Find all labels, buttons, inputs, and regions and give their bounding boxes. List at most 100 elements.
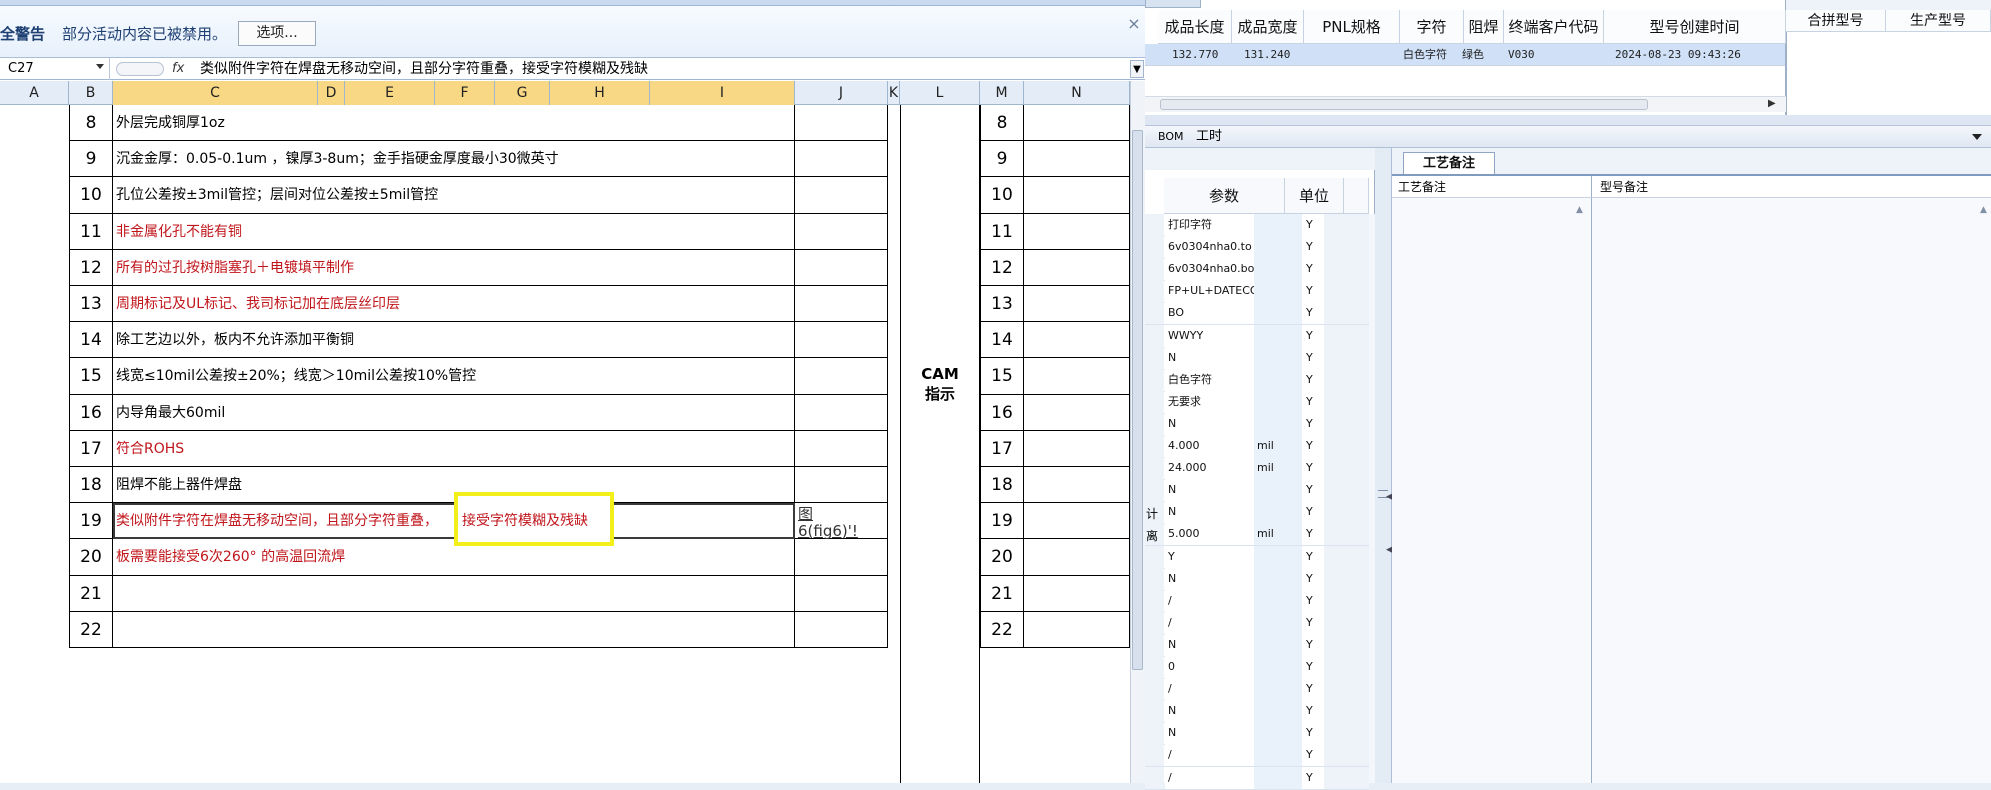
param-value-cell[interactable]: N <box>1165 700 1257 723</box>
horizontal-splitter[interactable] <box>1145 115 1991 126</box>
param-row[interactable]: NY <box>1145 722 1369 746</box>
row-number-cell-m[interactable]: 15 <box>980 358 1024 395</box>
requirement-cell[interactable]: 周期标记及UL标记、我司标记加在底层丝印层 <box>113 286 795 323</box>
requirement-cell[interactable]: 内导角最大60mil <box>113 394 795 431</box>
row-number-cell-m[interactable]: 14 <box>980 322 1024 359</box>
row-number-cell-m[interactable]: 8 <box>980 105 1024 142</box>
row-number-cell[interactable]: 21 <box>69 575 113 612</box>
reference-cell[interactable] <box>795 467 888 504</box>
param-unit-cell[interactable]: mil <box>1254 523 1305 546</box>
column-header-n[interactable]: N <box>1024 81 1130 105</box>
param-unit-cell[interactable] <box>1254 567 1305 590</box>
empty-cell-n[interactable] <box>1024 611 1130 648</box>
requirement-cell[interactable] <box>113 575 795 612</box>
param-value-cell[interactable]: 0 <box>1165 656 1257 679</box>
param-value-cell[interactable]: 6v0304nha0.to <box>1165 236 1257 259</box>
scroll-up-icon[interactable]: ▲ <box>1576 205 1583 215</box>
requirement-cell[interactable]: 所有的过孔按树脂塞孔＋电镀填平制作 <box>113 249 795 286</box>
column-header-k[interactable]: K <box>888 81 900 105</box>
param-unit-cell[interactable] <box>1254 390 1305 413</box>
param-row[interactable]: NY <box>1145 700 1369 724</box>
close-icon[interactable]: × <box>1126 16 1142 32</box>
chevron-down-icon[interactable] <box>96 64 104 69</box>
param-unit-cell[interactable] <box>1254 656 1305 679</box>
requirement-cell[interactable]: 沉金金厚：0.05-0.1um ，镍厚3-8um；金手指硬金厚度最小30微英寸 <box>113 141 795 178</box>
param-row[interactable]: 24.000 mil Y <box>1145 457 1369 481</box>
param-value-cell[interactable]: / <box>1165 611 1257 634</box>
row-number-cell-m[interactable]: 22 <box>980 611 1024 648</box>
param-unit-cell[interactable]: mil <box>1254 457 1305 480</box>
param-row[interactable]: 6v0304nha0.bo Y <box>1145 258 1369 282</box>
reference-cell[interactable] <box>795 430 888 467</box>
param-value-cell[interactable]: N <box>1165 501 1257 524</box>
param-value-cell[interactable]: 5.000 <box>1165 523 1257 546</box>
column-header-j[interactable]: J <box>795 81 888 105</box>
tab-bom[interactable]: BOM <box>1158 128 1184 146</box>
param-row[interactable]: NY <box>1145 346 1369 370</box>
tab-process-notes[interactable]: 工艺备注 <box>1403 152 1495 174</box>
param-unit-cell[interactable] <box>1254 258 1305 281</box>
notes-header-model[interactable]: 型号备注 <box>1592 176 1991 198</box>
vertical-scrollbar-thumb[interactable] <box>1132 130 1143 670</box>
vertical-splitter[interactable] <box>1375 148 1392 783</box>
row-number-cell-m[interactable]: 18 <box>980 467 1024 504</box>
column-header-d[interactable]: D <box>318 81 345 105</box>
figure-reference-link-line2[interactable]: 6(fig6)'! <box>798 521 858 541</box>
param-unit-cell[interactable]: mil <box>1254 435 1305 458</box>
param-unit-cell[interactable] <box>1254 346 1305 369</box>
horizontal-scrollbar-thumb[interactable] <box>1160 99 1648 110</box>
param-row[interactable]: 无要求 Y <box>1145 390 1369 414</box>
param-row[interactable]: NY <box>1145 633 1369 657</box>
param-value-cell[interactable]: WWYY <box>1165 324 1257 347</box>
row-number-cell[interactable]: 10 <box>69 177 113 214</box>
param-value-cell[interactable]: N <box>1165 346 1257 369</box>
param-value-cell[interactable]: N <box>1165 412 1257 435</box>
param-value-cell[interactable]: FP+UL+DATECODE <box>1165 280 1257 303</box>
param-header-value[interactable]: 参数 <box>1164 178 1285 214</box>
row-number-cell[interactable]: 20 <box>69 539 113 576</box>
formula-input[interactable]: 类似附件字符在焊盘无移动空间，且部分字符重叠，接受字符模糊及残缺 <box>200 58 648 80</box>
empty-cell-n[interactable] <box>1024 358 1130 395</box>
param-row[interactable]: YY <box>1145 545 1369 569</box>
reference-cell[interactable] <box>795 539 888 576</box>
reference-cell[interactable] <box>795 105 888 142</box>
param-unit-cell[interactable] <box>1254 700 1305 723</box>
reference-cell[interactable] <box>795 177 888 214</box>
merged-cam-cell[interactable] <box>900 105 980 783</box>
options-button[interactable]: 选项... <box>238 21 316 46</box>
param-value-cell[interactable]: BO <box>1165 302 1257 325</box>
param-value-cell[interactable]: 6v0304nha0.bo <box>1165 258 1257 281</box>
param-value-cell[interactable]: / <box>1165 766 1257 789</box>
param-unit-cell[interactable] <box>1254 412 1305 435</box>
grid-header-width[interactable]: 成品宽度 <box>1232 10 1304 44</box>
row-number-cell[interactable]: 15 <box>69 358 113 395</box>
column-header-f[interactable]: F <box>435 81 495 105</box>
empty-cell-n[interactable] <box>1024 213 1130 250</box>
param-value-cell[interactable]: / <box>1165 744 1257 767</box>
param-value-cell[interactable]: 打印字符 <box>1165 214 1257 237</box>
empty-cell-n[interactable] <box>1024 322 1130 359</box>
tab-work-hours[interactable]: 工时 <box>1196 128 1222 146</box>
param-unit-cell[interactable] <box>1254 280 1305 303</box>
name-box[interactable]: C27 <box>0 58 110 80</box>
param-row[interactable]: 6v0304nha0.to Y <box>1145 236 1369 260</box>
param-value-cell[interactable]: N <box>1165 479 1257 502</box>
row-number-cell-m[interactable]: 19 <box>980 503 1024 540</box>
param-row[interactable]: NY <box>1145 412 1369 436</box>
column-header-a[interactable]: A <box>0 81 69 105</box>
row-number-cell[interactable]: 14 <box>69 322 113 359</box>
param-unit-cell[interactable] <box>1254 214 1305 237</box>
param-value-cell[interactable]: 24.000 <box>1165 457 1257 480</box>
scroll-up-icon[interactable]: ▲ <box>1980 205 1987 215</box>
row-number-cell[interactable]: 16 <box>69 394 113 431</box>
grid-header-soldermask[interactable]: 阻焊 <box>1464 10 1504 44</box>
reference-cell[interactable] <box>795 286 888 323</box>
row-number-cell-m[interactable]: 9 <box>980 141 1024 178</box>
top-tab-strip[interactable] <box>1145 0 1201 8</box>
reference-cell[interactable] <box>795 322 888 359</box>
column-header-g[interactable]: G <box>495 81 550 105</box>
formula-bar-resize-handle[interactable] <box>116 62 164 76</box>
param-unit-cell[interactable] <box>1254 324 1305 347</box>
empty-cell-n[interactable] <box>1024 539 1130 576</box>
param-row[interactable]: 4.000 mil Y <box>1145 435 1369 459</box>
